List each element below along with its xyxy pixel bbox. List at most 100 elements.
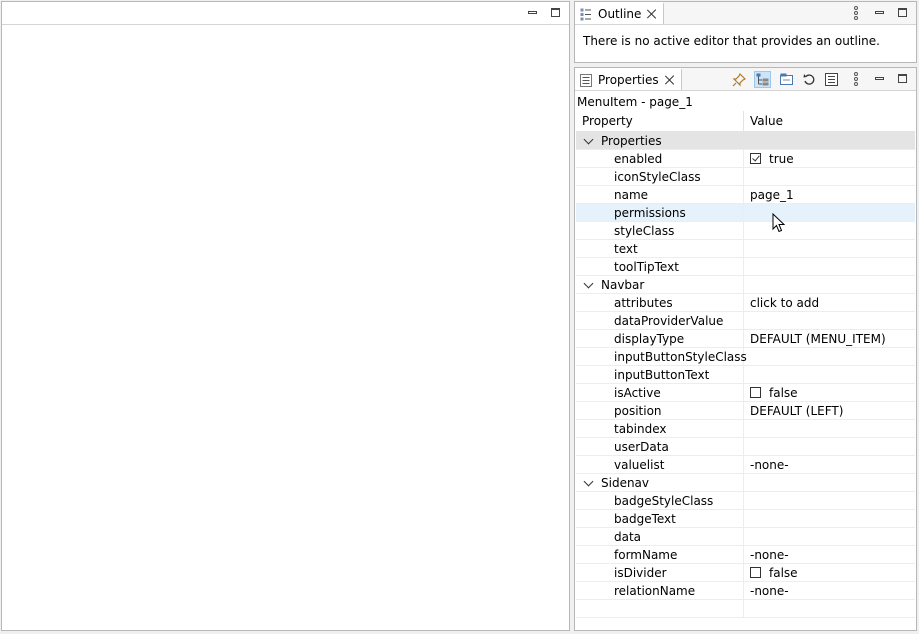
property-value-cell[interactable] bbox=[744, 510, 915, 528]
property-row[interactable]: dataProviderValue bbox=[576, 311, 915, 330]
property-row[interactable]: position DEFAULT (LEFT) bbox=[576, 401, 915, 420]
property-row[interactable]: userData bbox=[576, 437, 915, 456]
property-name-cell: iconStyleClass bbox=[576, 167, 744, 186]
property-value-cell[interactable] bbox=[744, 438, 915, 456]
category-row[interactable]: Navbar bbox=[576, 275, 915, 294]
property-value-cell[interactable]: click to add bbox=[744, 294, 915, 312]
close-outline-icon[interactable] bbox=[647, 9, 657, 19]
column-header-property[interactable]: Property bbox=[576, 111, 744, 131]
property-row[interactable]: permissions bbox=[576, 203, 915, 222]
pin-button[interactable] bbox=[730, 71, 747, 88]
property-value-cell[interactable]: DEFAULT (LEFT) bbox=[744, 402, 915, 420]
property-row[interactable]: attributes click to add bbox=[576, 293, 915, 312]
property-value-cell[interactable]: DEFAULT (MENU_ITEM) bbox=[744, 330, 915, 348]
tab-properties-label: Properties bbox=[598, 73, 659, 87]
category-label: Sidenav bbox=[601, 475, 650, 490]
property-value-cell[interactable]: false bbox=[744, 564, 915, 582]
property-value: page_1 bbox=[750, 187, 794, 202]
tab-properties[interactable]: Properties bbox=[575, 68, 682, 90]
outline-minimize-button[interactable] bbox=[872, 5, 886, 19]
property-value: DEFAULT (MENU_ITEM) bbox=[750, 331, 886, 346]
property-value-cell[interactable]: page_1 bbox=[744, 186, 915, 204]
property-row[interactable]: text bbox=[576, 239, 915, 258]
outline-empty-message: There is no active editor that provides … bbox=[583, 34, 880, 48]
outline-view-menu-icon[interactable] bbox=[853, 6, 859, 20]
property-row[interactable]: iconStyleClass bbox=[576, 167, 915, 186]
checkbox[interactable] bbox=[750, 387, 761, 398]
category-cell: Navbar bbox=[576, 275, 744, 294]
checkbox[interactable] bbox=[750, 153, 761, 164]
checkbox[interactable] bbox=[750, 567, 761, 578]
properties-view: Properties MenuItem - page_1 Property Va… bbox=[574, 67, 917, 631]
category-cell: Sidenav bbox=[576, 473, 744, 492]
restore-default-button[interactable] bbox=[801, 71, 818, 88]
property-row[interactable]: inputButtonText bbox=[576, 365, 915, 384]
property-value-cell[interactable] bbox=[744, 528, 915, 546]
property-value-cell[interactable] bbox=[744, 168, 915, 186]
minimize-button[interactable] bbox=[525, 5, 539, 19]
property-row[interactable]: toolTipText bbox=[576, 257, 915, 276]
view-menu-icon[interactable] bbox=[853, 72, 859, 86]
maximize-icon bbox=[897, 7, 907, 17]
property-row[interactable]: styleClass bbox=[576, 221, 915, 240]
property-row[interactable]: badgeStyleClass bbox=[576, 491, 915, 510]
property-row[interactable]: name page_1 bbox=[576, 185, 915, 204]
mouse-cursor-icon bbox=[772, 213, 785, 233]
property-value-cell[interactable]: -none- bbox=[744, 456, 915, 474]
chevron-down-icon[interactable] bbox=[583, 476, 594, 486]
property-value-cell[interactable] bbox=[744, 240, 915, 258]
properties-sheet-button[interactable] bbox=[823, 71, 840, 88]
property-value-cell[interactable]: -none- bbox=[744, 582, 915, 600]
property-row[interactable]: tabindex bbox=[576, 419, 915, 438]
properties-maximize-button[interactable] bbox=[895, 71, 909, 85]
category-label: Navbar bbox=[601, 277, 645, 292]
show-categories-icon bbox=[756, 73, 769, 86]
property-value-cell[interactable]: false bbox=[744, 384, 915, 402]
property-row[interactable]: enabled true bbox=[576, 149, 915, 168]
property-value-cell[interactable] bbox=[744, 492, 915, 510]
property-row[interactable]: displayType DEFAULT (MENU_ITEM) bbox=[576, 329, 915, 348]
category-value-cell bbox=[744, 132, 915, 150]
pin-icon bbox=[732, 72, 746, 86]
editor-area bbox=[1, 1, 570, 631]
category-row[interactable]: Properties bbox=[576, 132, 915, 150]
property-name: isDivider bbox=[614, 565, 667, 580]
property-value-cell[interactable] bbox=[744, 312, 915, 330]
chevron-down-icon[interactable] bbox=[583, 134, 594, 144]
property-name-cell: position bbox=[576, 401, 744, 420]
property-name-cell: tabindex bbox=[576, 419, 744, 438]
column-header-value[interactable]: Value bbox=[744, 111, 783, 131]
outline-view: Outline There is no active editor that p… bbox=[574, 1, 917, 63]
property-value-cell[interactable] bbox=[744, 258, 915, 276]
property-row[interactable]: badgeText bbox=[576, 509, 915, 528]
property-row[interactable]: relationName -none- bbox=[576, 581, 915, 600]
property-value-cell[interactable] bbox=[744, 366, 915, 384]
property-name: enabled bbox=[614, 151, 663, 166]
property-name-cell: displayType bbox=[576, 329, 744, 348]
property-row[interactable]: valuelist -none- bbox=[576, 455, 915, 474]
chevron-down-icon[interactable] bbox=[583, 278, 594, 288]
show-advanced-button[interactable] bbox=[778, 71, 795, 88]
property-value-cell[interactable] bbox=[744, 348, 915, 366]
property-row[interactable]: isActive false bbox=[576, 383, 915, 402]
property-value-cell[interactable] bbox=[744, 222, 915, 240]
property-value: click to add bbox=[750, 295, 820, 310]
property-name: dataProviderValue bbox=[614, 313, 724, 328]
property-name-cell: styleClass bbox=[576, 221, 744, 240]
outline-maximize-button[interactable] bbox=[895, 5, 909, 19]
property-row[interactable]: formName -none- bbox=[576, 545, 915, 564]
property-value-cell[interactable]: -none- bbox=[744, 546, 915, 564]
property-row[interactable]: data bbox=[576, 527, 915, 546]
properties-minimize-button[interactable] bbox=[872, 71, 886, 85]
property-value-cell[interactable] bbox=[744, 420, 915, 438]
property-row[interactable]: isDivider false bbox=[576, 563, 915, 582]
property-value-cell[interactable]: true bbox=[744, 150, 915, 168]
property-value-cell[interactable] bbox=[744, 204, 915, 222]
category-row[interactable]: Sidenav bbox=[576, 473, 915, 492]
properties-icon bbox=[580, 73, 592, 87]
maximize-button[interactable] bbox=[548, 5, 562, 19]
close-properties-icon[interactable] bbox=[665, 75, 675, 85]
tab-outline[interactable]: Outline bbox=[575, 2, 665, 24]
show-categories-button[interactable] bbox=[754, 71, 771, 88]
property-row[interactable]: inputButtonStyleClass bbox=[576, 347, 915, 366]
